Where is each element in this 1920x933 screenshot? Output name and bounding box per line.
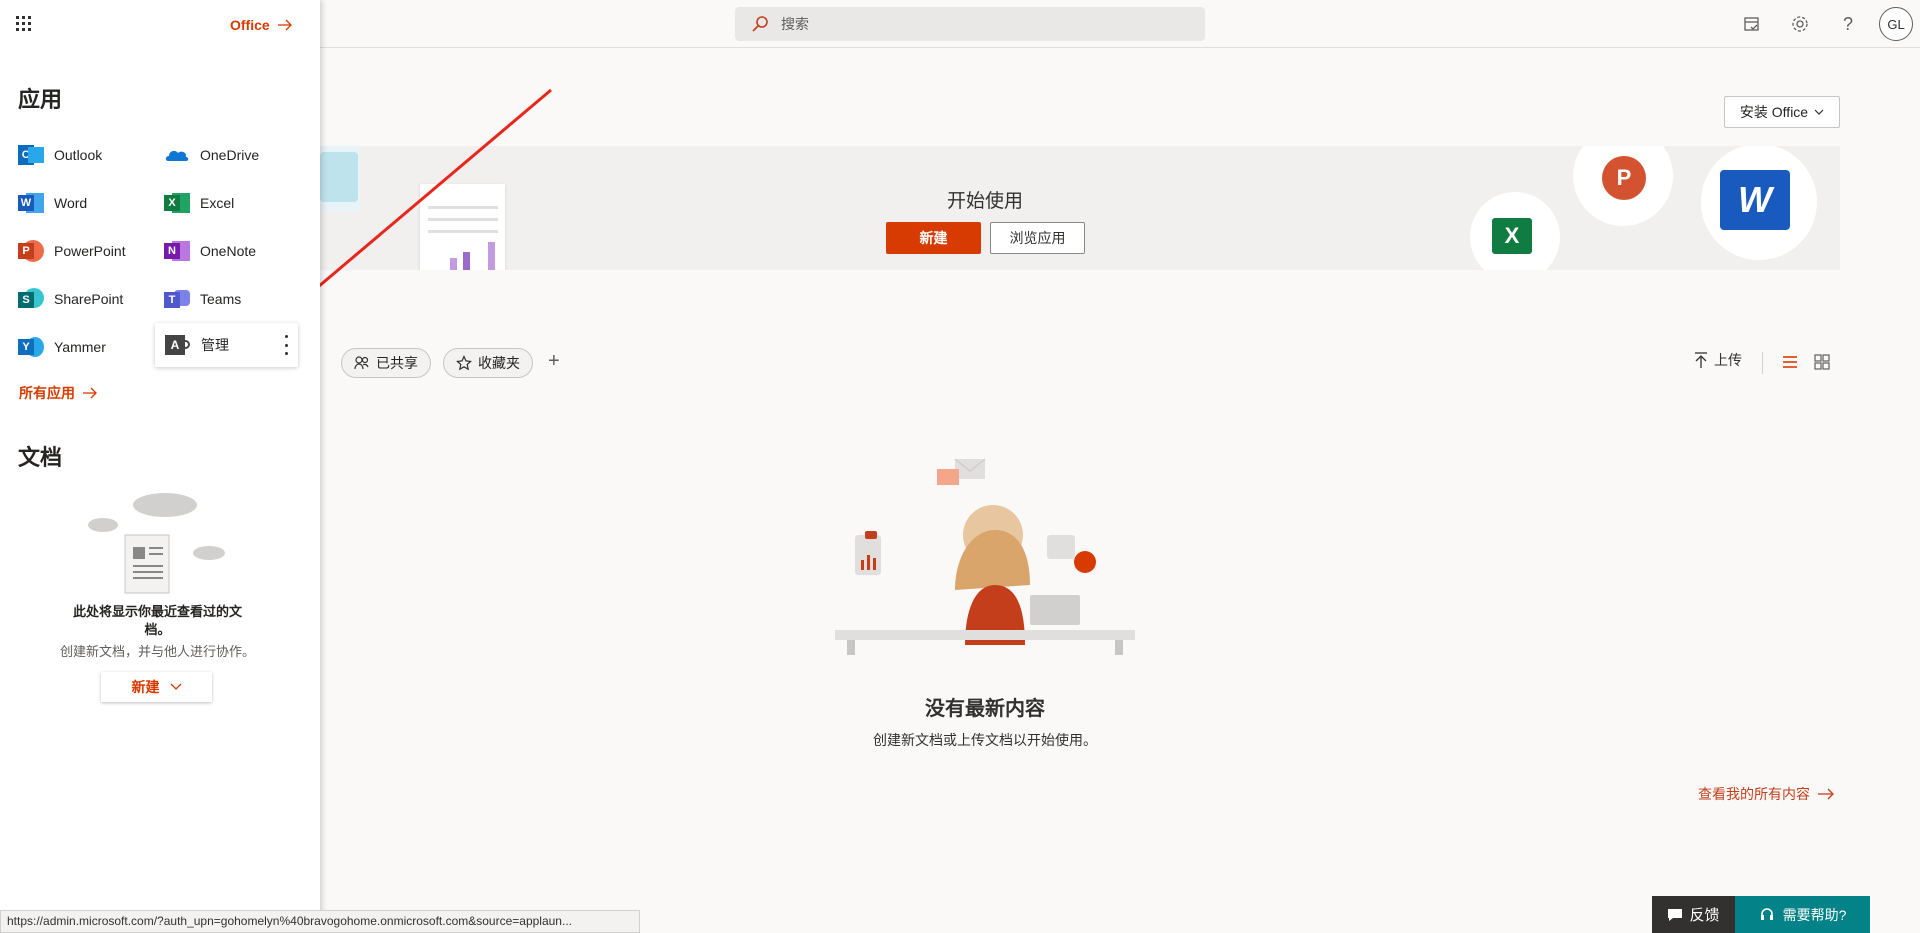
arrow-right-icon	[1818, 788, 1834, 800]
browser-status-url: https://admin.microsoft.com/?auth_upn=go…	[0, 910, 640, 933]
teams-icon: T	[164, 286, 190, 312]
people-icon	[354, 356, 369, 370]
waffle-menu-icon[interactable]	[15, 15, 33, 38]
settings-gear-icon[interactable]	[1788, 12, 1812, 36]
app-onenote[interactable]: N OneNote	[164, 236, 256, 266]
app-label: PowerPoint	[54, 243, 126, 259]
admin-icon: A	[165, 332, 191, 358]
feedback-label: 反馈	[1689, 907, 1720, 924]
app-label: Yammer	[54, 339, 106, 355]
app-admin-card[interactable]: A 管理	[155, 323, 298, 367]
excel-icon: X	[164, 190, 190, 216]
app-excel[interactable]: X Excel	[164, 188, 234, 218]
search-placeholder: 搜索	[781, 16, 809, 32]
office-link-label: Office	[230, 17, 270, 33]
install-office-button[interactable]: 安装 Office	[1724, 96, 1840, 128]
documents-heading: 文档	[18, 445, 63, 470]
list-view-icon[interactable]	[1782, 354, 1798, 375]
hero-browse-apps-button[interactable]: 浏览应用	[990, 222, 1085, 254]
word-icon: W	[18, 190, 44, 216]
more-options-icon[interactable]	[283, 335, 289, 355]
avatar[interactable]: GL	[1879, 7, 1913, 41]
hero-new-button[interactable]: 新建	[886, 222, 981, 254]
empty-state-title: 没有最新内容	[925, 698, 1045, 720]
app-label: 管理	[201, 337, 229, 353]
feedback-button[interactable]: 反馈	[1652, 896, 1735, 933]
app-admin[interactable]: A 管理	[165, 330, 229, 360]
app-word[interactable]: W Word	[18, 188, 87, 218]
arrow-right-icon	[83, 387, 97, 399]
sharepoint-icon: S	[18, 286, 44, 312]
add-filter-plus-icon[interactable]: +	[548, 350, 560, 373]
app-onedrive[interactable]: OneDrive	[164, 140, 259, 170]
empty-documents-illustration	[85, 485, 235, 595]
app-label: SharePoint	[54, 291, 124, 307]
app-teams[interactable]: T Teams	[164, 284, 241, 314]
upload-label: 上传	[1714, 352, 1742, 368]
upload-arrow-icon	[1695, 352, 1707, 368]
app-outlook[interactable]: O Outlook	[18, 140, 102, 170]
docs-empty-subtitle: 创建新文档，并与他人进行协作。	[59, 644, 255, 659]
app-launcher-panel: Office 应用 O Outlook OneDrive W Word X Ex…	[0, 0, 320, 933]
headset-icon	[1760, 907, 1773, 920]
see-all-content-link[interactable]: 查看我的所有内容	[1698, 784, 1834, 804]
yammer-icon: Y	[18, 334, 44, 360]
filter-favorites-label: 收藏夹	[478, 355, 520, 371]
app-label: Word	[54, 195, 88, 211]
view-divider	[1762, 352, 1763, 374]
app-yammer[interactable]: Y Yammer	[18, 332, 106, 362]
grid-view-icon[interactable]	[1814, 354, 1830, 375]
see-all-label: 查看我的所有内容	[1698, 786, 1810, 802]
docs-new-label: 新建	[131, 679, 160, 695]
star-icon	[456, 355, 472, 371]
onedrive-icon	[164, 142, 190, 168]
empty-state-illustration	[835, 455, 1135, 660]
filter-favorites-pill[interactable]: 收藏夹	[443, 348, 533, 378]
arrow-right-icon	[277, 19, 292, 31]
app-powerpoint[interactable]: P PowerPoint	[18, 236, 126, 266]
app-label: Teams	[200, 291, 242, 307]
app-label: Outlook	[54, 147, 103, 163]
hero-title: 开始使用	[946, 191, 1023, 212]
app-sharepoint[interactable]: S SharePoint	[18, 284, 123, 314]
upload-button[interactable]: 上传	[1694, 350, 1742, 370]
my-day-icon[interactable]	[1740, 12, 1764, 36]
chevron-down-icon	[170, 683, 181, 690]
install-office-label: 安装 Office	[1739, 104, 1809, 120]
search-input[interactable]: 搜索	[735, 7, 1205, 41]
app-label: OneDrive	[200, 147, 260, 163]
chat-bubble-icon	[1668, 908, 1683, 921]
app-label: OneNote	[200, 243, 257, 259]
filter-shared-label: 已共享	[376, 355, 418, 371]
powerpoint-icon: P	[18, 238, 44, 264]
filter-shared-pill[interactable]: 已共享	[341, 348, 431, 378]
app-label: Excel	[200, 195, 235, 211]
office-home-link[interactable]: Office	[230, 17, 292, 33]
apps-heading: 应用	[18, 87, 63, 112]
outlook-icon: O	[18, 142, 44, 168]
all-apps-label: 所有应用	[19, 385, 75, 401]
search-icon	[752, 16, 768, 32]
onenote-icon: N	[164, 238, 190, 264]
chevron-down-icon	[1814, 109, 1824, 115]
need-help-button[interactable]: 需要帮助?	[1735, 896, 1870, 933]
need-help-label: 需要帮助?	[1782, 906, 1847, 923]
all-apps-link[interactable]: 所有应用	[19, 383, 97, 403]
docs-empty-title: 此处将显示你最近查看过的文档。	[72, 604, 242, 637]
empty-state-subtitle: 创建新文档或上传文档以开始使用。	[873, 732, 1097, 748]
help-question-icon[interactable]: ?	[1836, 12, 1860, 36]
docs-new-button[interactable]: 新建	[101, 672, 212, 702]
